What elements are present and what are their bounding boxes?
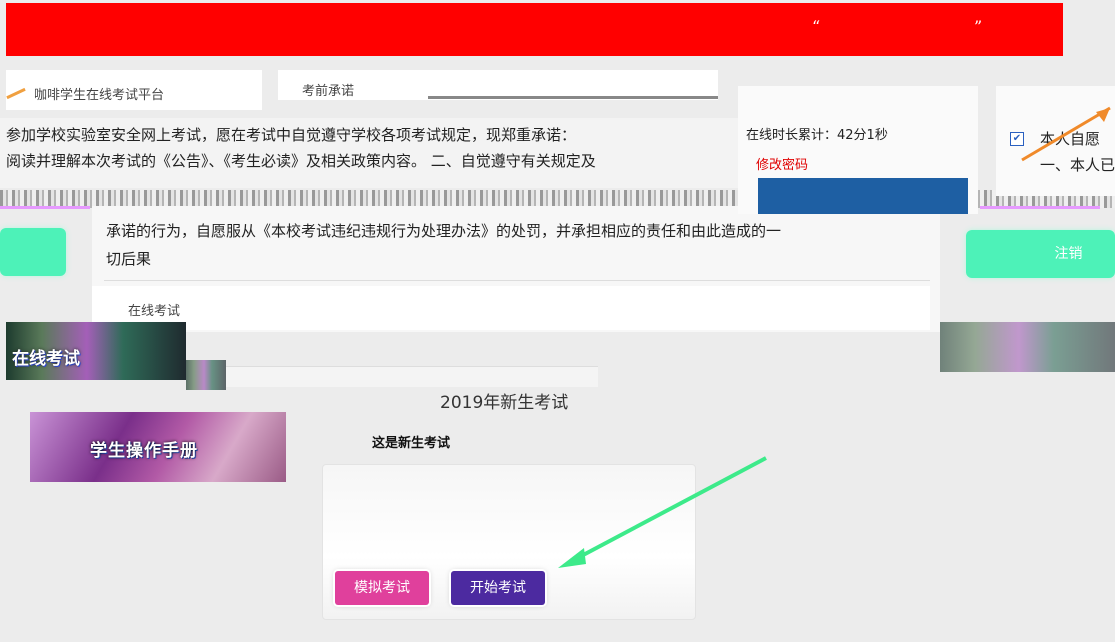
sidebar-garbled-title: 咖啡学生在线考试平台	[34, 88, 165, 103]
exam-description: 这是新生考试	[372, 436, 451, 451]
notice-body: 承诺的行为，自愿服从《本校考试违纪违规行为处理办法》的处罚，并承担相应的责任和由…	[92, 206, 940, 332]
banner-right-quote: ”	[974, 17, 983, 36]
student-manual-link[interactable]: 学生操作手册	[30, 412, 286, 482]
breadcrumb-bar: 在线考试	[92, 286, 930, 330]
start-exam-button[interactable]: 开始考试	[451, 571, 545, 605]
top-banner: “ ”	[6, 3, 1063, 56]
orange-slash	[6, 87, 26, 100]
online-time: 在线时长累计：42分1秒	[746, 128, 888, 143]
student-manual-label: 学生操作手册	[90, 441, 198, 461]
breadcrumb[interactable]: 在线考试	[128, 300, 180, 319]
orange-arrow-icon	[1021, 106, 1111, 162]
notice-header: 考前承诺	[278, 70, 718, 100]
green-arrow-icon	[558, 456, 767, 568]
banner-left-quote: “	[812, 17, 821, 36]
exam-list-top	[226, 366, 598, 387]
logout-label: 注销	[1054, 246, 1083, 262]
logout-button[interactable]: 注销	[966, 230, 1115, 278]
notice-line-1: 参加学校实验室安全网上考试，愿在考试中自觉遵守学校各项考试规定，现郑重承诺：	[6, 126, 577, 144]
right-image-fragment	[940, 322, 1115, 372]
notice-line-4: 切后果	[106, 250, 152, 268]
pink-line-right	[980, 206, 1100, 209]
notice-underline	[428, 96, 718, 99]
pink-line-left	[0, 206, 90, 209]
user-blue-bar	[758, 178, 968, 214]
sidebar-header: 咖啡学生在线考试平台	[6, 70, 262, 110]
user-panel: 在线时长累计：42分1秒 修改密码	[738, 86, 978, 214]
online-exam-label: 在线考试	[12, 349, 80, 369]
exam-title: 2019年新生考试	[440, 393, 569, 413]
notice-band: 参加学校实验室安全网上考试，愿在考试中自觉遵守学校各项考试规定，现郑重承诺： 阅…	[0, 118, 740, 188]
banner-fragment	[186, 360, 226, 390]
mock-exam-button[interactable]: 模拟考试	[335, 571, 429, 605]
change-password-link[interactable]: 修改密码	[756, 154, 808, 173]
online-exam-banner[interactable]: 在线考试	[6, 322, 186, 380]
notice-line-3: 承诺的行为，自愿服从《本校考试违纪违规行为处理办法》的处罚，并承担相应的责任和由…	[106, 222, 782, 240]
notice-line-2: 阅读并理解本次考试的《公告》、《考生必读》及相关政策内容。 二、自觉遵守有关规定…	[6, 152, 596, 170]
left-green-button[interactable]	[0, 228, 66, 276]
notice-title: 考前承诺	[302, 84, 355, 99]
divider	[104, 280, 930, 281]
